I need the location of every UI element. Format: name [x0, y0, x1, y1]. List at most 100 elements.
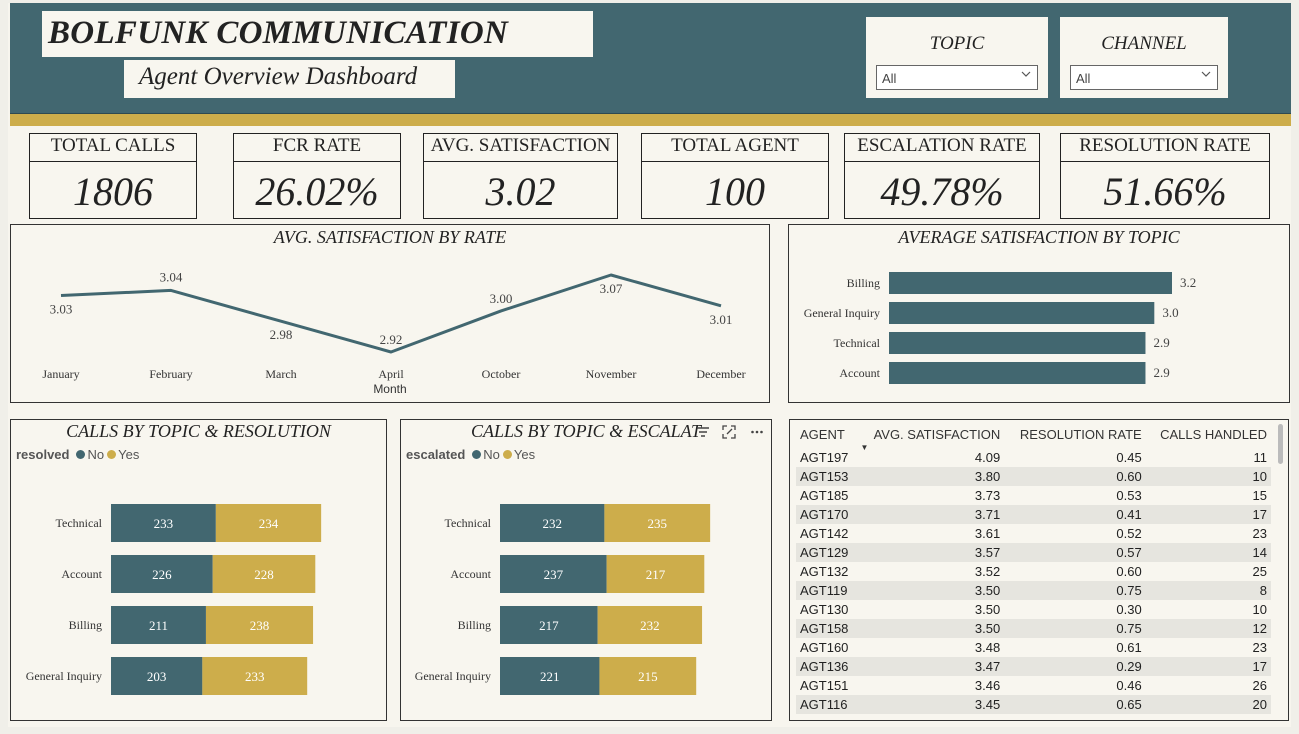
kpi-value: 51.66% — [1103, 169, 1227, 214]
y-tick-label: Technical — [834, 336, 881, 350]
table-row[interactable]: AGT129 3.57 0.57 14 — [796, 543, 1271, 562]
kpi-label: RESOLUTION RATE — [1061, 134, 1269, 162]
topic-bar-panel[interactable]: AVERAGE SATISFACTION BY TOPIC Billing 3.2… — [788, 224, 1290, 403]
cell-agent: AGT170 — [796, 505, 858, 524]
table-row[interactable]: AGT142 3.61 0.52 23 — [796, 524, 1271, 543]
cell-calls-handled: 23 — [1252, 526, 1267, 541]
topic-dropdown-value: All — [882, 71, 897, 86]
y-tick-label: General Inquiry — [26, 669, 102, 683]
y-tick-label: General Inquiry — [804, 306, 880, 320]
agent-table-panel[interactable]: AGENT AVG. SATISFACTION ▼ RESOLUTION RATE… — [789, 419, 1289, 721]
cell-calls-handled: 8 — [1145, 581, 1271, 600]
x-tick-label: March — [265, 367, 296, 381]
cell-calls-handled: 17 — [1145, 657, 1271, 676]
table-row[interactable]: AGT158 3.50 0.75 12 — [796, 619, 1271, 638]
column-header-agent[interactable]: AGENT — [796, 424, 857, 448]
cell-resolution-rate: 0.75 — [1004, 619, 1146, 638]
table-scrollbar[interactable] — [1278, 424, 1283, 464]
cell-calls-handled: 15 — [1252, 488, 1267, 503]
table-row[interactable]: AGT153 3.80 0.60 10 — [796, 467, 1271, 486]
data-label: 226 — [152, 567, 172, 582]
data-label: 221 — [540, 669, 560, 684]
y-tick-label: Technical — [445, 516, 492, 530]
cell-avg-satisfaction: 3.50 — [974, 602, 1001, 617]
cell-agent: AGT130 — [800, 602, 849, 617]
report-subtitle: Agent Overview Dashboard — [124, 60, 455, 98]
cell-avg-satisfaction: 3.73 — [974, 488, 1001, 503]
table-row[interactable]: AGT185 3.73 0.53 15 — [796, 486, 1271, 505]
data-label: 3.07 — [600, 281, 623, 296]
cell-agent: AGT197 — [800, 450, 849, 465]
x-tick-label: November — [586, 367, 637, 381]
escalation-chart-panel[interactable]: CALLS BY TOPIC & ESCALAT escalated No Yes … — [400, 419, 772, 721]
data-label: 237 — [544, 567, 564, 582]
cell-avg-satisfaction: 3.52 — [974, 564, 1001, 579]
kpi-label: AVG. SATISFACTION — [424, 134, 617, 162]
data-label: 2.9 — [1153, 335, 1169, 350]
cell-agent: AGT158 — [796, 619, 858, 638]
cell-calls-handled: 23 — [1252, 640, 1267, 655]
table-row[interactable]: AGT116 3.45 0.65 20 — [796, 695, 1271, 714]
cell-resolution-rate: 0.29 — [1004, 657, 1146, 676]
cell-agent: AGT185 — [800, 488, 849, 503]
cell-resolution-rate: 0.30 — [1116, 602, 1142, 617]
x-tick-label: April — [378, 367, 404, 381]
table-row[interactable]: AGT132 3.52 0.60 25 — [796, 562, 1271, 581]
satisfaction-by-topic-chart: Billing 3.2 General Inquiry 3.0 Technical 2.9… — [804, 272, 1196, 384]
cell-calls-handled: 25 — [1252, 564, 1267, 579]
topic-slicer: TOPIC All — [866, 17, 1048, 98]
data-label: 217 — [539, 618, 559, 633]
kpi-fcr-rate: FCR RATE 26.02% — [233, 133, 401, 219]
cell-resolution-rate: 0.45 — [1116, 450, 1142, 465]
cell-agent: AGT129 — [796, 543, 858, 562]
kpi-value: 3.02 — [485, 169, 556, 214]
table-row[interactable]: AGT170 3.71 0.41 17 — [796, 505, 1271, 524]
cell-avg-satisfaction: 3.46 — [974, 678, 1001, 693]
cell-agent: AGT151 — [800, 678, 849, 693]
y-tick-label: Account — [61, 567, 102, 581]
table-row[interactable]: AGT160 3.48 0.61 23 — [796, 638, 1271, 657]
cell-resolution-rate: 0.61 — [1116, 640, 1142, 655]
resolution-chart-panel[interactable]: CALLS BY TOPIC & RESOLUTION resolved No Ye… — [10, 419, 387, 721]
column-header-calls-handled[interactable]: CALLS HANDLED — [1146, 424, 1271, 448]
table-row[interactable]: AGT151 3.46 0.46 26 — [796, 676, 1271, 695]
x-tick-label: December — [696, 367, 745, 381]
cell-calls-handled: 17 — [1145, 505, 1271, 524]
chevron-down-icon — [1201, 71, 1211, 77]
cell-resolution-rate: 0.75 — [1004, 581, 1146, 600]
data-label: 238 — [250, 618, 270, 633]
kpi-escalation-rate: ESCALATION RATE 49.78% — [844, 133, 1040, 219]
table-row[interactable]: AGT136 3.47 0.29 17 — [796, 657, 1271, 676]
y-tick-label: General Inquiry — [415, 669, 491, 683]
cell-resolution-rate: 0.52 — [1116, 526, 1142, 541]
topic-dropdown[interactable]: All — [876, 65, 1038, 90]
data-label: 3.00 — [490, 291, 513, 306]
kpi-value: 26.02% — [255, 169, 379, 214]
bar — [889, 332, 1146, 354]
cell-avg-satisfaction: 3.48 — [974, 640, 1001, 655]
bar — [889, 272, 1172, 294]
report-title: BOLFUNK COMMUNICATION — [42, 11, 593, 57]
cell-calls-handled: 20 — [1145, 695, 1271, 714]
x-tick-label: February — [149, 367, 192, 381]
data-label: 3.0 — [1162, 305, 1178, 320]
escalation-stacked-bar-chart: 232 235 Technical 237 217 Account 217 232 Billin… — [415, 504, 711, 695]
data-label: 217 — [646, 567, 666, 582]
column-header-avg-satisfaction[interactable]: AVG. SATISFACTION ▼ — [857, 424, 1004, 452]
data-label: 2.92 — [380, 332, 403, 347]
data-label: 228 — [254, 567, 274, 582]
column-header-resolution-rate[interactable]: RESOLUTION RATE — [1004, 424, 1146, 448]
data-label: 215 — [638, 669, 658, 684]
table-row[interactable]: AGT119 3.50 0.75 8 — [796, 581, 1271, 600]
channel-dropdown[interactable]: All — [1070, 65, 1218, 90]
line-chart-panel[interactable]: AVG. SATISFACTION BY RATE 3.03 January 3.0… — [10, 224, 770, 403]
cell-calls-handled: 11 — [1253, 450, 1268, 465]
data-label: 232 — [640, 618, 660, 633]
data-label: 3.2 — [1180, 275, 1196, 290]
table-row[interactable]: AGT130 3.50 0.30 10 — [796, 600, 1271, 619]
y-tick-label: Billing — [847, 276, 880, 290]
y-tick-label: Account — [450, 567, 491, 581]
data-label: 232 — [542, 516, 562, 531]
kpi-total-calls: TOTAL CALLS 1806 — [29, 133, 197, 219]
cell-resolution-rate: 0.65 — [1004, 695, 1146, 714]
